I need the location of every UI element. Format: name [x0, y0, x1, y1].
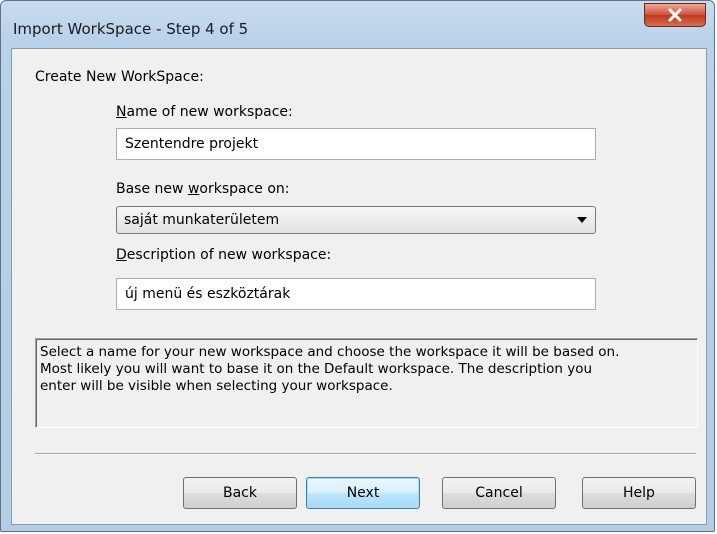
description-label: Description of new workspace:: [116, 247, 331, 263]
cancel-button[interactable]: Cancel: [442, 477, 556, 509]
help-text-line: Most likely you will want to base it on …: [40, 361, 593, 377]
base-workspace-selected-value: saját munkaterületem: [124, 212, 280, 228]
base-workspace-select[interactable]: saját munkaterületem: [116, 206, 596, 234]
help-text-box: Select a name for your new workspace and…: [35, 338, 698, 428]
dialog-window: Import WorkSpace - Step 4 of 5 Create Ne…: [0, 0, 715, 532]
back-button[interactable]: Back: [183, 477, 297, 509]
workspace-description-input[interactable]: [116, 278, 596, 310]
close-button[interactable]: [644, 3, 706, 27]
close-x-icon: [668, 8, 682, 22]
name-label: Name of new workspace:: [116, 104, 293, 120]
base-label: Base new workspace on:: [116, 181, 290, 197]
description-label-text: escription of new workspace:: [126, 247, 332, 263]
dropdown-arrow-icon: [577, 217, 587, 223]
help-text-line: Select a name for your new workspace and…: [40, 344, 620, 360]
separator: [35, 453, 696, 455]
base-label-before: Base new: [116, 181, 188, 197]
next-button[interactable]: Next: [306, 477, 420, 509]
section-label: Create New WorkSpace:: [35, 69, 204, 85]
help-button[interactable]: Help: [582, 477, 696, 509]
window-title: Import WorkSpace - Step 4 of 5: [13, 20, 249, 38]
help-text-line: enter will be visible when selecting you…: [40, 378, 393, 394]
description-label-mnemonic: D: [116, 247, 127, 263]
title-bar[interactable]: Import WorkSpace - Step 4 of 5: [1, 1, 714, 47]
name-label-mnemonic: N: [116, 104, 127, 120]
name-label-text: ame of new workspace:: [126, 104, 293, 120]
workspace-name-input[interactable]: [116, 128, 596, 160]
base-label-after: orkspace on:: [199, 181, 290, 197]
base-label-mnemonic: w: [187, 181, 200, 197]
dialog-content: Create New WorkSpace: Name of new worksp…: [11, 48, 707, 525]
